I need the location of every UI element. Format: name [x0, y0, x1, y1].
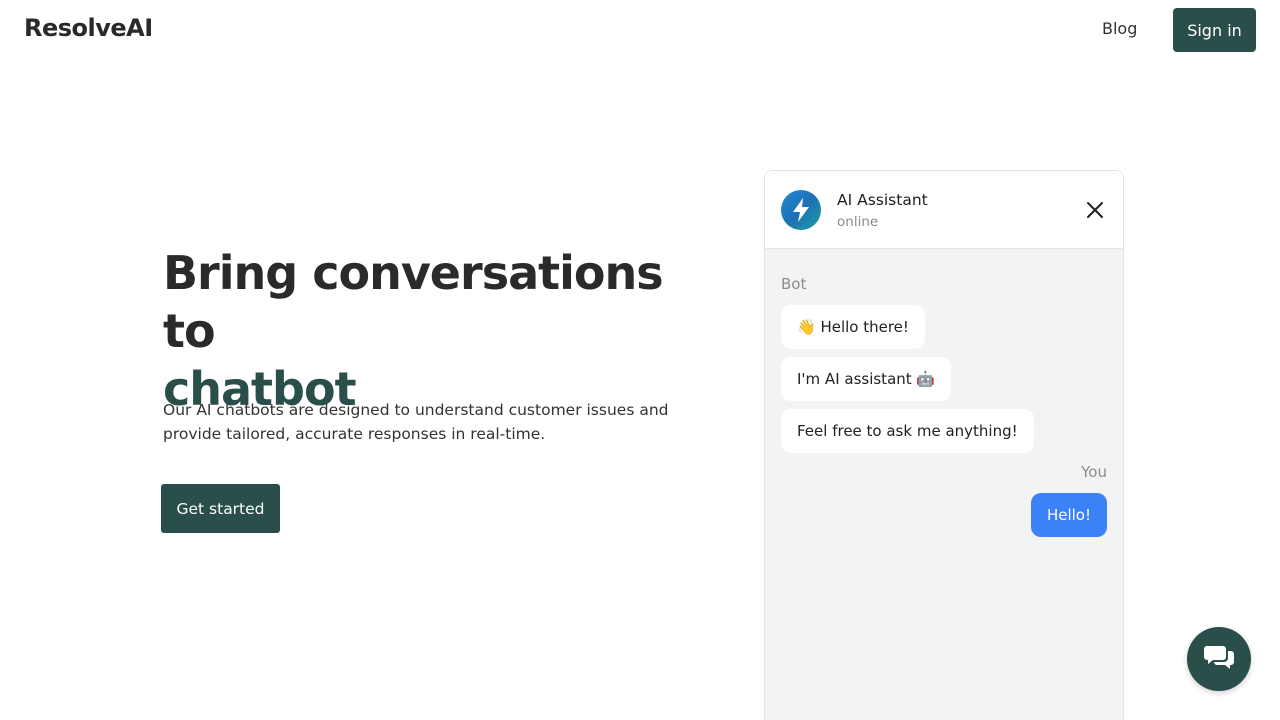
bot-status: online — [837, 214, 879, 230]
hero-title-line1: Bring conversations to — [163, 246, 664, 358]
bot-message: 👋 Hello there! — [781, 305, 925, 349]
chat-window: AI Assistant online Bot 👋 Hello there! I… — [764, 170, 1124, 720]
sender-label-you: You — [1081, 463, 1107, 481]
chat-bubbles-icon — [1203, 643, 1235, 675]
hero-subtitle: Our AI chatbots are designed to understa… — [163, 401, 669, 443]
page: ResolveAI Blog Sign in Bring conversatio… — [0, 0, 1280, 720]
sign-in-button[interactable]: Sign in — [1173, 8, 1256, 52]
sender-label-bot: Bot — [781, 275, 807, 293]
hero-title: Bring conversations to chatbot — [163, 244, 723, 418]
bot-message: I'm AI assistant 🤖 — [781, 357, 952, 401]
nav-link-blog[interactable]: Blog — [1102, 18, 1137, 40]
bot-message: Feel free to ask me anything! — [781, 409, 1034, 453]
chat-launcher-button[interactable] — [1187, 627, 1251, 691]
close-icon[interactable] — [1083, 198, 1107, 222]
chat-header: AI Assistant online — [765, 171, 1123, 249]
brand-logo[interactable]: ResolveAI — [24, 12, 153, 44]
user-message: Hello! — [1030, 493, 1107, 537]
get-started-button[interactable]: Get started — [161, 484, 280, 533]
bot-name: AI Assistant — [837, 191, 928, 209]
lightning-icon — [781, 190, 821, 230]
